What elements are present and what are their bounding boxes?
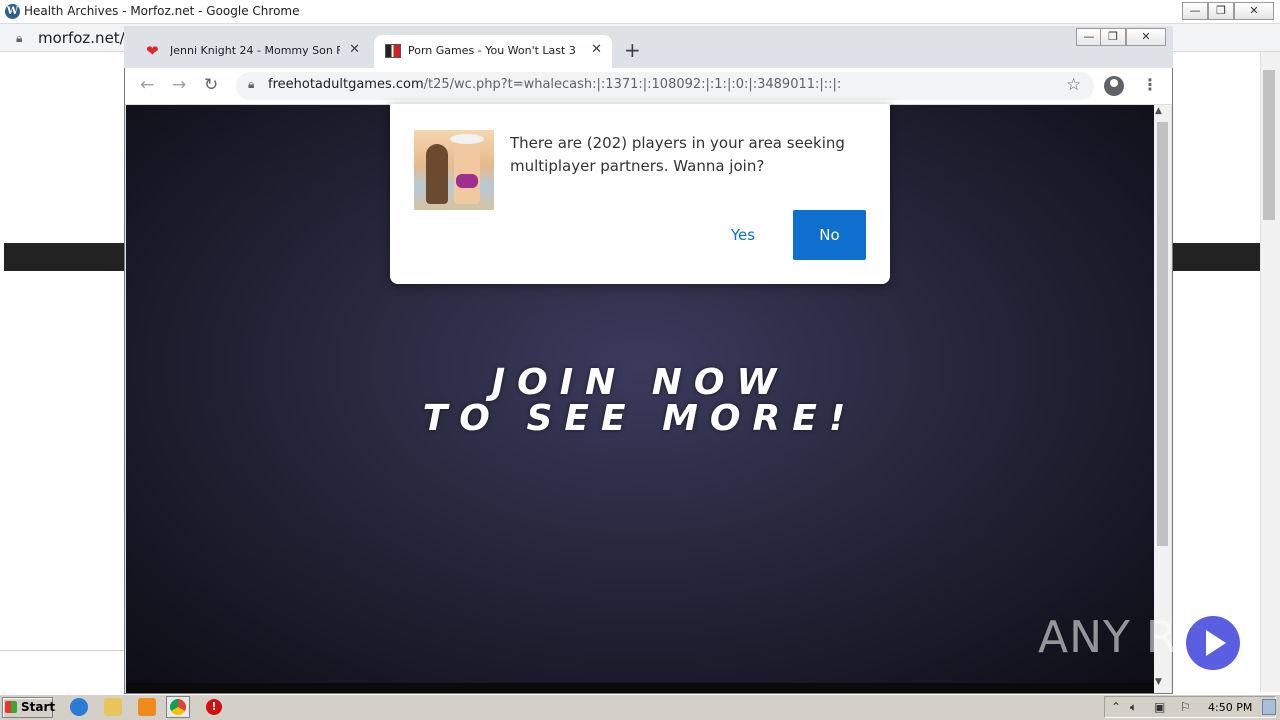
dialog-thumbnail-image xyxy=(414,130,494,210)
flag-icon[interactable]: ⚐ xyxy=(1180,700,1191,714)
url-text[interactable]: freehotadultgames.com/t25/wc.php?t=whale… xyxy=(268,77,841,92)
show-desktop-button[interactable] xyxy=(1262,699,1276,715)
no-button[interactable]: No xyxy=(793,210,866,260)
play-icon xyxy=(1186,616,1240,670)
clock[interactable]: 4:50 PM xyxy=(1208,701,1252,714)
outer-page-nav-band xyxy=(4,243,124,271)
menu-icon[interactable]: ⋮ xyxy=(1142,75,1158,94)
clapperboard-icon xyxy=(385,44,401,58)
popup-maximize-button[interactable]: ❐ xyxy=(1100,28,1126,46)
promo-line-2: TO SEE MORE! xyxy=(422,398,858,439)
lock-icon[interactable]: 🔒︎ xyxy=(248,77,254,92)
media-player-icon[interactable] xyxy=(138,698,156,716)
promo-line-1: JOIN NOW xyxy=(491,362,789,403)
tab-title: Porn Games - You Won't Last 3 Minutes xyxy=(408,44,578,57)
wordpress-icon: W xyxy=(5,4,20,19)
outer-maximize-button[interactable]: ❐ xyxy=(1208,2,1234,20)
tab-jenni-knight[interactable]: ❤ Jenni Knight 24 - Mommy Son Femdom ✕ xyxy=(136,35,370,68)
folder-icon[interactable] xyxy=(104,698,122,716)
back-button[interactable]: ← xyxy=(140,75,154,95)
url-domain: freehotadultgames.com xyxy=(268,77,424,92)
dialog-message: There are (202) players in your area see… xyxy=(510,134,845,175)
tab-porn-games[interactable]: Porn Games - You Won't Last 3 Minutes ✕ xyxy=(374,35,612,68)
reload-button[interactable]: ↻ xyxy=(204,75,218,95)
internet-explorer-icon[interactable] xyxy=(70,698,88,716)
popup-close-button[interactable]: ✕ xyxy=(1126,28,1166,46)
scroll-up-arrow-icon[interactable]: ▲ xyxy=(1155,106,1162,116)
outer-window-title: Health Archives - Morfoz.net - Google Ch… xyxy=(24,4,300,18)
network-icon[interactable]: ▣ xyxy=(1154,700,1165,714)
windows-flag-icon xyxy=(5,701,17,713)
promo-headline[interactable]: JOIN NOW TO SEE MORE! xyxy=(126,365,1154,437)
close-tab-icon[interactable]: ✕ xyxy=(591,42,602,57)
bookmark-star-icon[interactable]: ☆ xyxy=(1066,75,1081,95)
popup-minimize-button[interactable]: — xyxy=(1076,28,1102,46)
outer-scrollbar-thumb[interactable] xyxy=(1263,70,1275,220)
tab-title: Jenni Knight 24 - Mommy Son Femdom xyxy=(170,44,340,57)
chrome-icon xyxy=(170,699,186,715)
outer-minimize-button[interactable]: — xyxy=(1182,2,1208,20)
heart-icon: ❤ xyxy=(146,42,159,60)
account-icon[interactable] xyxy=(1104,76,1124,96)
stop-icon[interactable]: ! xyxy=(206,699,222,715)
divider xyxy=(0,650,124,651)
new-tab-button[interactable]: + xyxy=(624,38,641,62)
page-scrollbar-thumb[interactable] xyxy=(1157,122,1168,546)
taskbar xyxy=(0,694,1280,720)
scroll-down-arrow-icon[interactable]: ▼ xyxy=(1155,677,1162,687)
lock-icon: 🔒︎ xyxy=(16,31,23,45)
speaker-icon[interactable]: 🔈︎ xyxy=(1130,700,1137,715)
close-tab-icon[interactable]: ✕ xyxy=(349,42,360,57)
up-arrow-icon[interactable]: ⌃ xyxy=(1111,700,1121,714)
url-path: /t25/wc.php?t=whalecash:|:1371:|:108092:… xyxy=(423,77,842,92)
outer-close-button[interactable]: ✕ xyxy=(1234,2,1274,20)
forward-button[interactable]: → xyxy=(172,75,186,95)
outer-page-nav-band-right xyxy=(1172,243,1260,271)
content-bottom-bar xyxy=(126,683,1154,693)
yes-button[interactable]: Yes xyxy=(712,210,774,260)
